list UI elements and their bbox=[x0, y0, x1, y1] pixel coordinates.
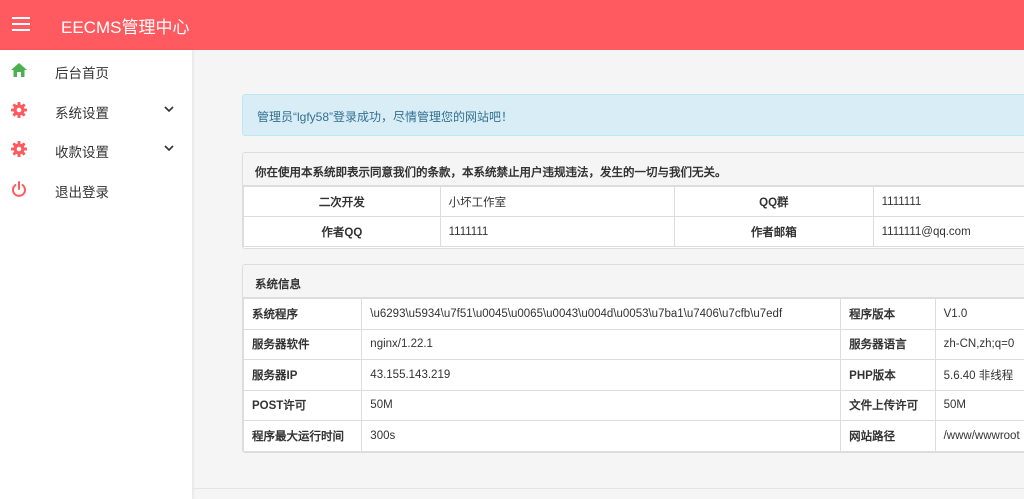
table-cell-key: 服务器软件 bbox=[243, 328, 363, 360]
sidebar: 后台首页 系统设置 收款设置 退出登录 bbox=[0, 50, 192, 499]
notice-panel-title: 你在使用本系统即表示同意我们的条款，本系统禁止用户违规违法，发生的一切与我们无关… bbox=[243, 153, 1024, 186]
main-content: 管理员“lgfy58”登录成功，尽情管理您的网站吧！ 你在使用本系统即表示同意我… bbox=[192, 50, 1024, 499]
table-cell-key: 作者QQ bbox=[243, 216, 441, 247]
sidebar-item-logout[interactable]: 退出登录 bbox=[0, 169, 192, 209]
table-cell-key: 作者邮箱 bbox=[674, 216, 874, 247]
table-row: 系统程序 \u6293\u5934\u7f51\u0045\u0065\u004… bbox=[243, 298, 1024, 330]
table-row: POST许可 50M 文件上传许可 50M bbox=[243, 389, 1024, 421]
table-cell-key: 程序版本 bbox=[840, 298, 936, 330]
table-cell-value: 5.6.40 非线程 bbox=[934, 359, 1024, 391]
table-cell-key: QQ群 bbox=[674, 186, 874, 217]
table-cell-value: 50M bbox=[361, 389, 842, 421]
table-cell-key: 网站路径 bbox=[840, 420, 936, 452]
table-cell-value: 1111111 bbox=[872, 186, 1024, 217]
sidebar-item-label: 后台首页 bbox=[55, 66, 109, 81]
table-row: 作者QQ 1111111 作者邮箱 1111111@qq.com bbox=[243, 216, 1024, 247]
table-cell-key: POST许可 bbox=[243, 389, 363, 421]
table-row: 服务器软件 nginx/1.22.1 服务器语言 zh-CN,zh;q=0 bbox=[243, 328, 1024, 360]
table-cell-value: \u6293\u5934\u7f51\u0045\u0065\u0043\u00… bbox=[361, 298, 842, 330]
gear-icon bbox=[11, 101, 27, 118]
table-cell-value: 50M bbox=[934, 389, 1024, 421]
sidebar-item-label: 退出登录 bbox=[55, 184, 109, 200]
system-info-title: 系统信息 bbox=[243, 265, 1024, 298]
chevron-down-icon bbox=[164, 105, 174, 112]
table-cell-key: 系统程序 bbox=[243, 298, 363, 330]
table-cell-key: 程序最大运行时间 bbox=[243, 420, 363, 452]
system-info-panel: 系统信息 系统程序 \u6293\u5934\u7f51\u0045\u0065… bbox=[242, 264, 1024, 453]
sidebar-item-home[interactable]: 后台首页 bbox=[0, 50, 192, 90]
table-cell-value: V1.0 bbox=[934, 298, 1024, 330]
sidebar-item-system-settings[interactable]: 系统设置 bbox=[0, 90, 192, 130]
table-cell-key: 二次开发 bbox=[243, 186, 441, 217]
notice-panel: 你在使用本系统即表示同意我们的条款，本系统禁止用户违规违法，发生的一切与我们无关… bbox=[242, 152, 1024, 249]
table-cell-value: nginx/1.22.1 bbox=[361, 328, 842, 360]
system-info-table: 系统程序 \u6293\u5934\u7f51\u0045\u0065\u004… bbox=[243, 298, 1024, 452]
footer-divider bbox=[192, 488, 1024, 489]
table-cell-value: 1111111@qq.com bbox=[872, 216, 1024, 247]
developer-info-table: 二次开发 小坏工作室 QQ群 1111111 作者QQ 1111111 作者邮箱… bbox=[243, 186, 1024, 247]
table-cell-key: 文件上传许可 bbox=[840, 389, 936, 421]
table-row: 服务器IP 43.155.143.219 PHP版本 5.6.40 非线程 bbox=[243, 359, 1024, 391]
top-header: EECMS管理中心 bbox=[0, 0, 1024, 50]
menu-toggle-icon[interactable] bbox=[12, 17, 30, 31]
gear-icon bbox=[11, 141, 27, 157]
chevron-down-icon bbox=[164, 145, 174, 152]
table-cell-value: zh-CN,zh;q=0 bbox=[934, 328, 1024, 360]
login-success-alert: 管理员“lgfy58”登录成功，尽情管理您的网站吧！ bbox=[242, 94, 1024, 136]
table-cell-key: PHP版本 bbox=[840, 359, 936, 391]
table-cell-value: 1111111 bbox=[439, 216, 676, 247]
table-cell-value: 43.155.143.219 bbox=[361, 359, 842, 391]
alert-text: 管理员“lgfy58”登录成功，尽情管理您的网站吧！ bbox=[257, 110, 514, 124]
sidebar-item-payment-settings[interactable]: 收款设置 bbox=[0, 129, 192, 169]
table-cell-value: 小坏工作室 bbox=[439, 186, 676, 217]
table-row: 二次开发 小坏工作室 QQ群 1111111 bbox=[243, 186, 1024, 217]
app-title: EECMS管理中心 bbox=[61, 18, 190, 37]
sidebar-item-label: 收款设置 bbox=[55, 145, 109, 160]
table-cell-value: 300s bbox=[361, 420, 842, 452]
table-cell-key: 服务器语言 bbox=[840, 328, 936, 360]
table-cell-value: /www/wwwroot bbox=[934, 420, 1024, 452]
table-row: 程序最大运行时间 300s 网站路径 /www/wwwroot bbox=[243, 420, 1024, 452]
home-icon bbox=[11, 63, 27, 77]
sidebar-item-label: 系统设置 bbox=[55, 105, 109, 121]
power-icon bbox=[12, 180, 26, 197]
table-cell-key: 服务器IP bbox=[243, 359, 363, 391]
